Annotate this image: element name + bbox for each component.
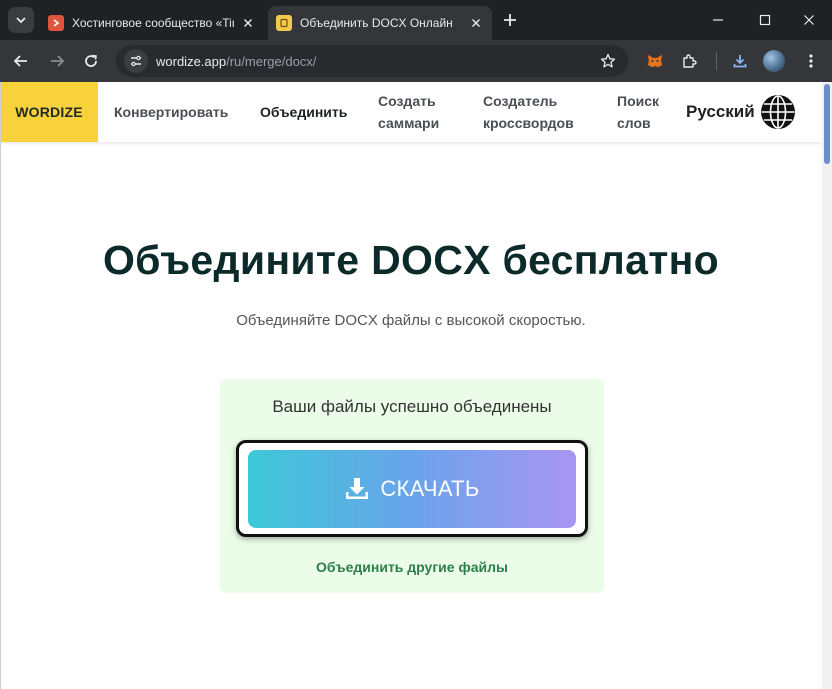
arrow-right-icon [51,55,65,67]
download-label: СКАЧАТЬ [380,476,480,501]
nav-summary[interactable]: Создать саммари [378,90,468,134]
wordize-favicon-icon [276,15,292,31]
download-button[interactable]: СКАЧАТЬ [248,450,576,528]
site-logo[interactable]: WORDIZE [0,82,98,142]
merge-other-files-link[interactable]: Объединить другие файлы [220,559,604,575]
downloads-icon[interactable] [727,48,753,74]
success-message: Ваши файлы успешно объединены [272,397,552,416]
page-edge [0,82,1,689]
nav-crossword[interactable]: Создатель кроссвордов [483,90,603,134]
url-text: wordize.app/ru/merge/docx/ [156,54,316,69]
close-icon[interactable] [468,15,484,31]
url-host: wordize.app [156,53,227,69]
metamask-extension-icon[interactable] [642,48,668,74]
nav-merge[interactable]: Объединить [260,101,347,123]
url-path: /ru/merge/docx/ [226,53,317,69]
site-navbar: WORDIZE Конвертировать Объединить Создат… [0,82,822,142]
chevron-down-icon [16,17,26,24]
page-subtitle: Объединяйте DOCX файлы с высокой скорост… [236,312,586,329]
site-info-icon[interactable] [124,49,148,73]
maximize-button[interactable] [753,8,777,32]
reload-button[interactable] [78,48,104,74]
new-tab-button[interactable] [500,10,520,30]
plus-icon [504,14,516,26]
extensions-icon[interactable] [676,48,702,74]
timeweb-favicon-icon [48,15,64,31]
tab-timeweb[interactable]: Хостинговое сообщество «Tim [40,6,264,40]
address-bar[interactable]: wordize.app/ru/merge/docx/ [116,45,628,77]
profile-avatar[interactable] [763,50,785,72]
menu-icon[interactable] [798,48,824,74]
page-title: Объедините DOCX бесплатно [102,237,720,283]
browser-toolbar: wordize.app/ru/merge/docx/ [0,40,832,82]
tab-strip: Хостинговое сообщество «Tim Объединить D… [0,0,832,40]
close-icon [804,15,814,25]
bookmark-star-icon[interactable] [598,51,618,71]
result-panel: Ваши файлы успешно объединены СКАЧАТЬ Об… [220,379,604,593]
forward-button[interactable] [44,48,70,74]
tab-search-button[interactable] [8,7,34,33]
minimize-icon [713,19,723,21]
language-selector[interactable]: Русский [686,102,755,122]
reload-icon [85,54,97,67]
globe-icon[interactable] [760,94,796,130]
web-page: WORDIZE Конвертировать Объединить Создат… [0,82,822,689]
download-icon [346,478,369,499]
maximize-icon [759,14,771,26]
arrow-left-icon [13,55,27,67]
page-scrollbar[interactable] [822,82,832,689]
nav-convert[interactable]: Конвертировать [114,101,228,123]
scrollbar-thumb[interactable] [824,84,830,164]
minimize-button[interactable] [706,8,730,32]
nav-word-search[interactable]: Поиск слов [617,90,677,134]
close-icon[interactable] [240,15,256,31]
tab-title: Хостинговое сообщество «Tim [72,16,234,30]
tab-title: Объединить DOCX Онлайн [300,16,453,30]
close-window-button[interactable] [797,8,821,32]
tab-wordize[interactable]: Объединить DOCX Онлайн [268,6,492,40]
back-button[interactable] [8,48,34,74]
toolbar-divider [716,52,717,70]
